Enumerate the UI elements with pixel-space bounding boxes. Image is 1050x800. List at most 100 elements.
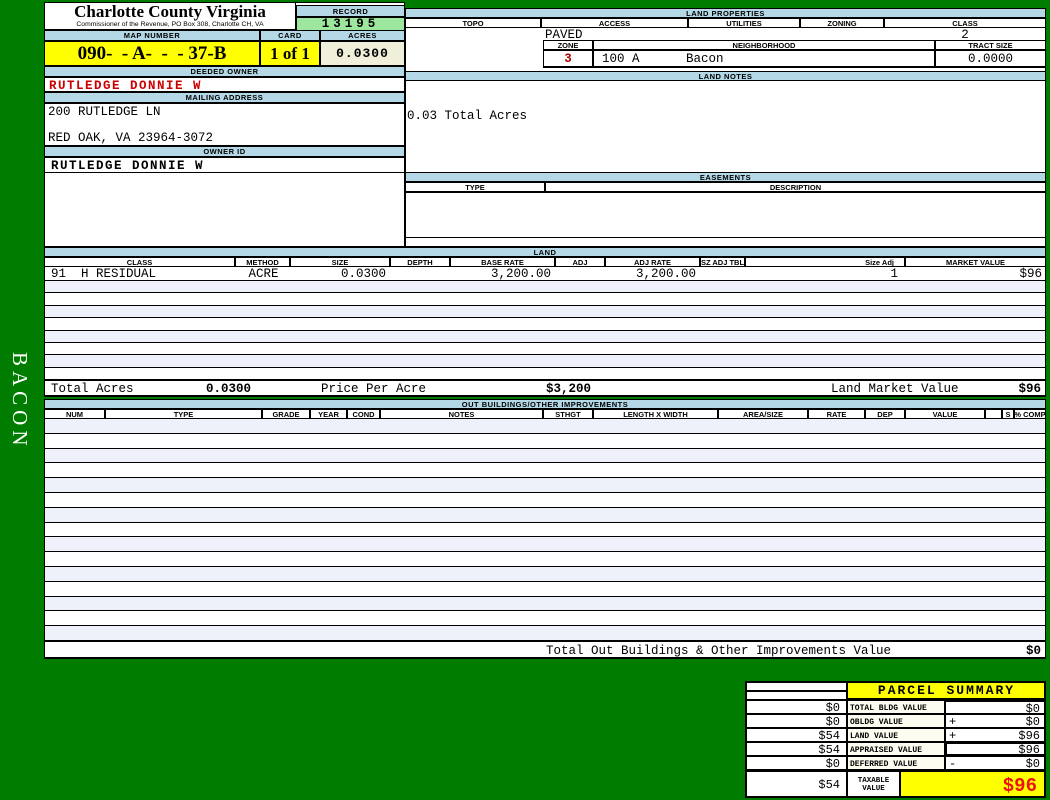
ps-cell-land: + $96 xyxy=(945,728,1046,743)
ps-op-deferred: - xyxy=(949,757,957,771)
ob-col-spacer xyxy=(985,409,1002,419)
total-acres-value: 0.0300 xyxy=(206,382,252,396)
card-label: CARD xyxy=(260,30,320,41)
class-column-label: CLASS xyxy=(884,18,1046,28)
ob-col-area-size: AREA/SIZE xyxy=(718,409,808,419)
land-col-base-rate: BASE RATE xyxy=(450,257,555,267)
empty-row xyxy=(45,355,1045,368)
ps-label-deferred: DEFERRED VALUE xyxy=(847,756,945,770)
ps-label-total-bldg: TOTAL BLDG VALUE xyxy=(847,700,945,714)
county-title-box: Charlotte County Virginia Commissioner o… xyxy=(44,2,296,30)
ob-col-rate: RATE xyxy=(808,409,865,419)
record-number: 13195 xyxy=(296,17,405,31)
ob-col-value: VALUE xyxy=(905,409,985,419)
card-value: 1 of 1 xyxy=(260,41,320,66)
utilities-column-label: UTILITIES xyxy=(688,18,800,28)
ps-value-taxable: $96 xyxy=(1002,775,1037,797)
empty-row xyxy=(45,552,1045,567)
land-row-market-value: $96 xyxy=(1019,267,1042,281)
ps-value-deferred: $0 xyxy=(1025,757,1040,771)
land-col-class: CLASS xyxy=(44,257,235,267)
ps-cell-taxable: $96 xyxy=(900,770,1046,798)
ps-value-appraised: $96 xyxy=(1018,743,1040,757)
map-number-label: MAP NUMBER xyxy=(44,30,260,41)
empty-row xyxy=(45,448,1045,464)
ob-col-type: TYPE xyxy=(105,409,262,419)
address-line2: RED OAK, VA 23964-3072 xyxy=(48,131,214,145)
parcel-summary-title: PARCEL SUMMARY xyxy=(847,681,1046,700)
tract-size-label: TRACT SIZE xyxy=(935,40,1046,50)
ps-value-obldg: $0 xyxy=(1025,715,1040,729)
easements-empty-area xyxy=(405,192,1046,238)
ps-cell-appraised: $96 xyxy=(945,742,1046,757)
ob-col-pct-comp: % COMP xyxy=(1014,409,1046,419)
land-table-title: LAND xyxy=(44,247,1046,257)
easements-title: EASEMENTS xyxy=(405,172,1046,182)
county-title: Charlotte County Virginia xyxy=(74,2,266,21)
ps-op-obldg: + xyxy=(949,715,957,729)
ps-prior-obldg: $0 xyxy=(745,714,847,729)
owner-id-value: RUTLEDGE DONNIE W xyxy=(44,157,405,173)
empty-row xyxy=(45,581,1045,597)
neighborhood-name: Bacon xyxy=(686,52,724,66)
land-totals-row: Total Acres 0.0300 Price Per Acre $3,200… xyxy=(44,380,1046,397)
empty-row xyxy=(45,433,1045,449)
empty-row xyxy=(45,342,1045,356)
topo-column-label: TOPO xyxy=(405,18,541,28)
ob-col-num: NUM xyxy=(44,409,105,419)
ps-cell-deferred: - $0 xyxy=(945,756,1046,771)
record-label: RECORD xyxy=(296,5,405,17)
ps-cell-total-bldg: $0 xyxy=(945,700,1046,716)
land-row-size-adj: 1 xyxy=(890,267,898,281)
neighborhood-sidebar-label: BACON xyxy=(8,352,32,451)
out-buildings-empty-rows xyxy=(44,419,1046,641)
map-number-value: 090- - A- - - 37-B xyxy=(44,41,260,66)
owner-id-label: OWNER ID xyxy=(44,146,405,157)
empty-row xyxy=(45,419,1045,434)
ps-prior-total-bldg: $0 xyxy=(745,700,847,715)
zone-label: ZONE xyxy=(543,40,593,50)
land-col-adj-rate: ADJ RATE xyxy=(605,257,700,267)
ps-cell-obldg: + $0 xyxy=(945,714,1046,729)
ob-col-cond: COND xyxy=(347,409,380,419)
land-row-method: ACRE xyxy=(248,267,279,281)
empty-row xyxy=(45,537,1045,553)
neighborhood-cell: 100 A Bacon xyxy=(593,50,935,68)
land-notes-title: LAND NOTES xyxy=(405,71,1046,81)
zone-value: 3 xyxy=(543,50,593,68)
neighborhood-label: NEIGHBORHOOD xyxy=(593,40,935,50)
land-row-class: 91 H RESIDUAL xyxy=(51,267,157,281)
empty-row xyxy=(45,522,1045,538)
land-col-adj: ADJ xyxy=(555,257,605,267)
empty-row xyxy=(45,305,1045,319)
easement-description-label: DESCRIPTION xyxy=(545,182,1046,192)
ob-col-s: S xyxy=(1002,409,1014,419)
out-buildings-total-value: $0 xyxy=(1025,644,1041,658)
empty-row xyxy=(45,463,1045,479)
ps-label-obldg: OBLDG VALUE xyxy=(847,714,945,728)
ps-value-land: $96 xyxy=(1018,729,1040,743)
empty-row xyxy=(45,611,1045,627)
land-col-depth: DEPTH xyxy=(390,257,450,267)
zoning-column-label: ZONING xyxy=(800,18,884,28)
ps-label-appraised: APPRAISED VALUE xyxy=(847,742,945,756)
price-per-acre-value: $3,200 xyxy=(546,382,592,396)
ob-col-notes: NOTES xyxy=(380,409,543,419)
land-col-market-value: MARKET VALUE xyxy=(905,257,1046,267)
ob-col-dep: DEP xyxy=(865,409,905,419)
empty-row xyxy=(45,596,1045,612)
tract-size-value: 0.0000 xyxy=(935,50,1046,68)
empty-row xyxy=(45,566,1045,582)
out-buildings-title: OUT BUILDINGS/OTHER IMPROVEMENTS xyxy=(44,399,1046,409)
land-col-size: SIZE xyxy=(290,257,390,267)
address-line1: 200 RUTLEDGE LN xyxy=(48,105,161,119)
ps-op-land: + xyxy=(949,729,957,743)
land-empty-rows xyxy=(44,281,1046,380)
total-acres-label: Total Acres xyxy=(51,382,134,396)
land-note-text: 0.03 Total Acres xyxy=(407,109,528,123)
empty-row xyxy=(45,330,1045,343)
empty-row xyxy=(45,478,1045,493)
ob-col-grade: GRADE xyxy=(262,409,310,419)
land-col-method: METHOD xyxy=(235,257,290,267)
out-buildings-total-row: Total Out Buildings & Other Improvements… xyxy=(44,641,1046,659)
